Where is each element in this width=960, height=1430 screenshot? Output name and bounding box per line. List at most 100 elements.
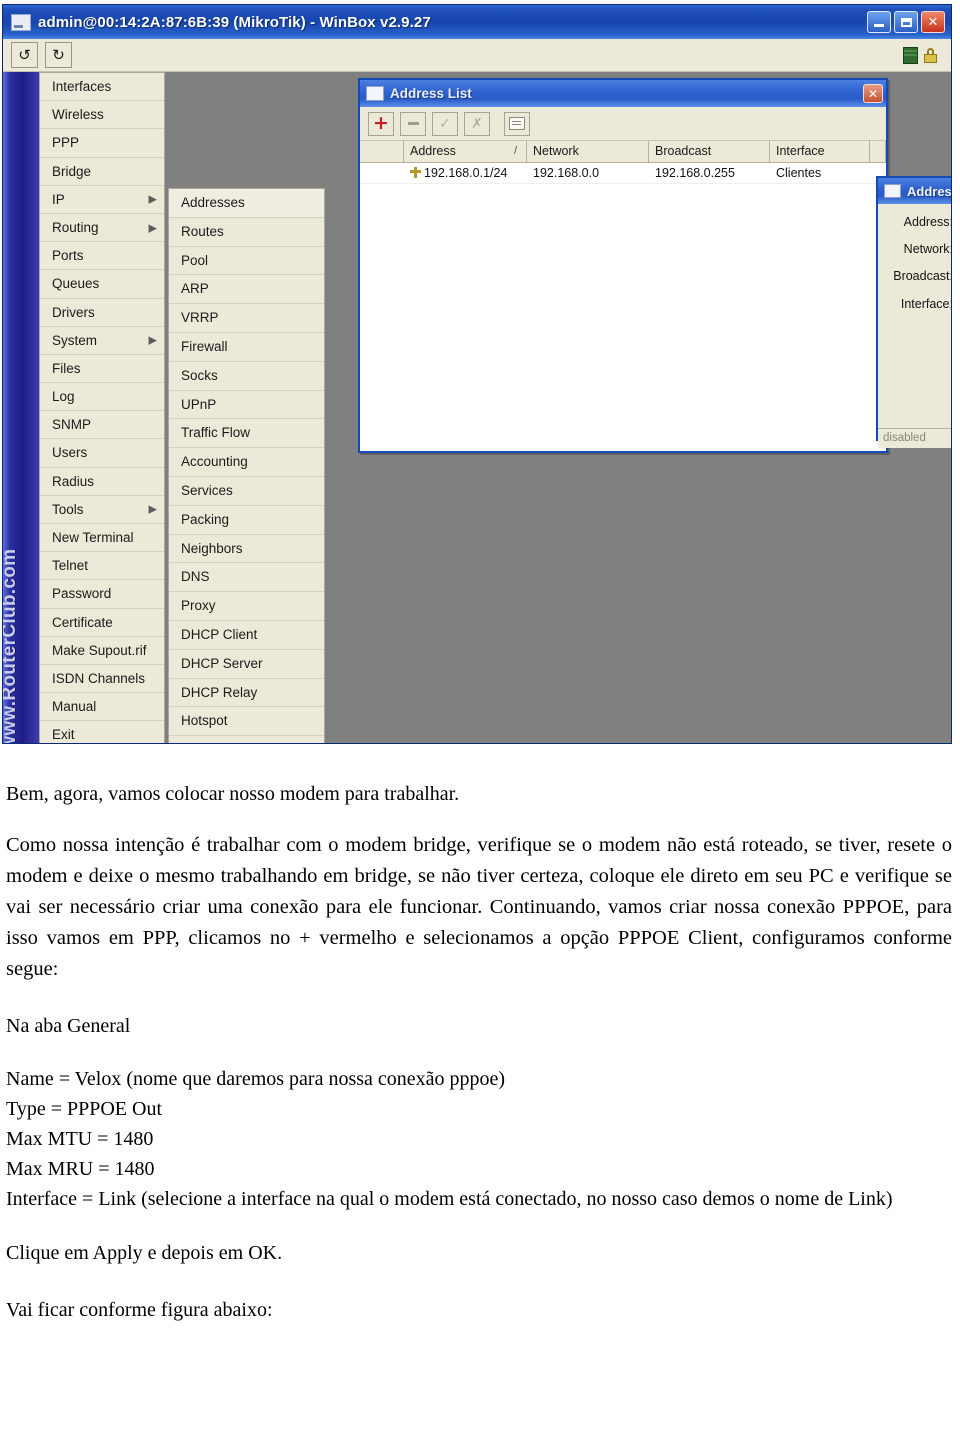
ip-menu-item-upnp[interactable]: UPnP	[169, 391, 324, 420]
menu-item-label: Password	[52, 586, 112, 602]
menu-item-label: DHCP Server	[181, 655, 263, 671]
minimize-button[interactable]	[867, 11, 891, 33]
menu-item-files[interactable]: Files	[40, 355, 164, 384]
menu-item-label: Certificate	[52, 614, 113, 630]
header-network[interactable]: Network	[527, 141, 649, 162]
address-dialog-title: Address <192.168.0.1/24>	[907, 183, 951, 199]
undo-button[interactable]: ↺	[11, 42, 38, 68]
menu-item-users[interactable]: Users	[40, 439, 164, 468]
menu-item-snmp[interactable]: SNMP	[40, 411, 164, 440]
header-spacer	[870, 141, 886, 162]
ip-menu-item-addresses[interactable]: Addresses	[169, 189, 324, 218]
ip-menu-item-traffic-flow[interactable]: Traffic Flow	[169, 419, 324, 449]
address-field-row: Address: 192.168.0.1/24	[881, 213, 951, 231]
address-list-toolbar: + ✓ ✗	[360, 107, 886, 141]
ip-menu-item-socks[interactable]: Socks	[169, 362, 324, 391]
table-row[interactable]: 192.168.0.1/24 192.168.0.0 192.168.0.255…	[360, 163, 886, 184]
winbox-title-bar[interactable]: admin@00:14:2A:87:6B:39 (MikroTik) - Win…	[3, 5, 951, 39]
menu-item-label: SNMP	[52, 417, 92, 433]
menu-item-label: Drivers	[52, 304, 95, 320]
menu-item-make-supout-rif[interactable]: Make Supout.rif	[40, 637, 164, 665]
menu-item-manual[interactable]: Manual	[40, 693, 164, 722]
redo-button[interactable]: ↻	[45, 42, 72, 68]
green-server-icon	[903, 46, 918, 64]
menu-item-system[interactable]: System ▶	[40, 327, 164, 355]
address-list-close-button[interactable]: ✕	[863, 84, 883, 103]
chevron-right-icon: ▶	[148, 192, 157, 206]
winbox-main-window: admin@00:14:2A:87:6B:39 (MikroTik) - Win…	[2, 4, 952, 744]
menu-item-ports[interactable]: Ports	[40, 242, 164, 271]
menu-item-bridge[interactable]: Bridge	[40, 158, 164, 186]
disable-address-button[interactable]: ✗	[464, 111, 490, 136]
document-text: Bem, agora, vamos colocar nosso modem pa…	[0, 748, 960, 1326]
header-interface[interactable]: Interface	[770, 141, 870, 162]
ip-menu-item-routes[interactable]: Routes	[169, 218, 324, 247]
window-icon	[366, 86, 384, 101]
remove-address-button[interactable]	[400, 111, 426, 136]
ip-menu-item-hotspot[interactable]: Hotspot	[169, 707, 324, 737]
header-address[interactable]: Address /	[404, 141, 527, 162]
doc-paragraph-2: Como nossa intenção é trabalhar com o mo…	[6, 834, 952, 980]
menu-item-label: PPP	[52, 135, 80, 151]
menu-item-label: Hotspot	[181, 713, 228, 729]
ip-menu-item-proxy[interactable]: Proxy	[169, 592, 324, 621]
ip-menu-item-dhcp-client[interactable]: DHCP Client	[169, 621, 324, 650]
doc-paragraph-4: Clique em Apply e depois em OK.	[6, 1242, 283, 1264]
menu-item-label: Exit	[52, 727, 75, 743]
menu-item-certificate[interactable]: Certificate	[40, 609, 164, 637]
menu-item-new-terminal[interactable]: New Terminal	[40, 524, 164, 553]
window-icon	[11, 13, 31, 31]
ip-menu-item-arp[interactable]: ARP	[169, 275, 324, 305]
menu-item-label: New Terminal	[52, 530, 134, 545]
add-address-button[interactable]: +	[368, 111, 394, 136]
menu-item-routing[interactable]: Routing ▶	[40, 214, 164, 243]
ip-menu-item-telephony[interactable]: Telephony	[169, 736, 324, 743]
ip-menu-item-neighbors[interactable]: Neighbors	[169, 535, 324, 564]
row-network: 192.168.0.0	[533, 166, 600, 180]
menu-item-label: Users	[52, 445, 88, 461]
row-broadcast: 192.168.0.255	[655, 166, 735, 180]
menu-item-interfaces[interactable]: Interfaces	[40, 73, 164, 102]
menu-item-drivers[interactable]: Drivers	[40, 299, 164, 327]
maximize-button[interactable]	[894, 11, 918, 33]
ip-menu-item-services[interactable]: Services	[169, 477, 324, 506]
minimize-icon	[874, 24, 884, 27]
menu-item-queues[interactable]: Queues	[40, 270, 164, 299]
ip-menu-item-accounting[interactable]: Accounting	[169, 448, 324, 477]
ip-menu-item-dns[interactable]: DNS	[169, 563, 324, 593]
ip-submenu: Addresses Routes Pool ARP VRRP Firewall Socks U…	[168, 188, 325, 743]
ip-menu-item-pool[interactable]: Pool	[169, 247, 324, 276]
toolbar-status-icons	[903, 46, 951, 64]
winbox-workspace: RouterOS WinBox www.RouterClub.com Inter…	[3, 72, 951, 743]
ip-menu-item-packing[interactable]: Packing	[169, 506, 324, 535]
menu-item-label: Services	[181, 482, 233, 498]
menu-item-wireless[interactable]: Wireless	[40, 101, 164, 130]
menu-item-ip[interactable]: IP ▶	[40, 186, 164, 214]
ip-menu-item-firewall[interactable]: Firewall	[169, 333, 324, 362]
menu-item-log[interactable]: Log	[40, 383, 164, 412]
menu-item-radius[interactable]: Radius	[40, 468, 164, 496]
ip-menu-item-dhcp-relay[interactable]: DHCP Relay	[169, 679, 324, 708]
menu-item-tools[interactable]: Tools ▶	[40, 496, 164, 524]
window-icon	[884, 184, 901, 198]
minus-icon	[407, 122, 419, 125]
close-button[interactable]: ✕	[921, 11, 945, 33]
menu-item-exit[interactable]: Exit	[40, 721, 164, 743]
address-dialog-title-bar[interactable]: Address <192.168.0.1/24> ✕	[878, 178, 951, 204]
enable-address-button[interactable]: ✓	[432, 111, 458, 136]
menu-item-telnet[interactable]: Telnet	[40, 552, 164, 581]
comment-address-button[interactable]	[504, 111, 530, 136]
doc-paragraph-5: Vai ficar conforme figura abaixo:	[6, 1299, 273, 1321]
check-icon: ✓	[439, 115, 451, 132]
menu-item-label: System	[52, 332, 98, 348]
menu-item-isdn-channels[interactable]: ISDN Channels	[40, 665, 164, 694]
ip-menu-item-dhcp-server[interactable]: DHCP Server	[169, 650, 324, 679]
status-badge: disabled	[878, 430, 951, 447]
chevron-right-icon: ▶	[148, 333, 157, 347]
menu-item-password[interactable]: Password	[40, 580, 164, 609]
menu-item-ppp[interactable]: PPP	[40, 129, 164, 158]
address-list-title-bar[interactable]: Address List ✕	[360, 80, 886, 107]
ip-menu-item-vrrp[interactable]: VRRP	[169, 304, 324, 333]
main-menu: Interfaces Wireless PPP Bridge IP ▶ Routing ▶ Po…	[39, 72, 165, 743]
header-broadcast[interactable]: Broadcast	[649, 141, 770, 162]
